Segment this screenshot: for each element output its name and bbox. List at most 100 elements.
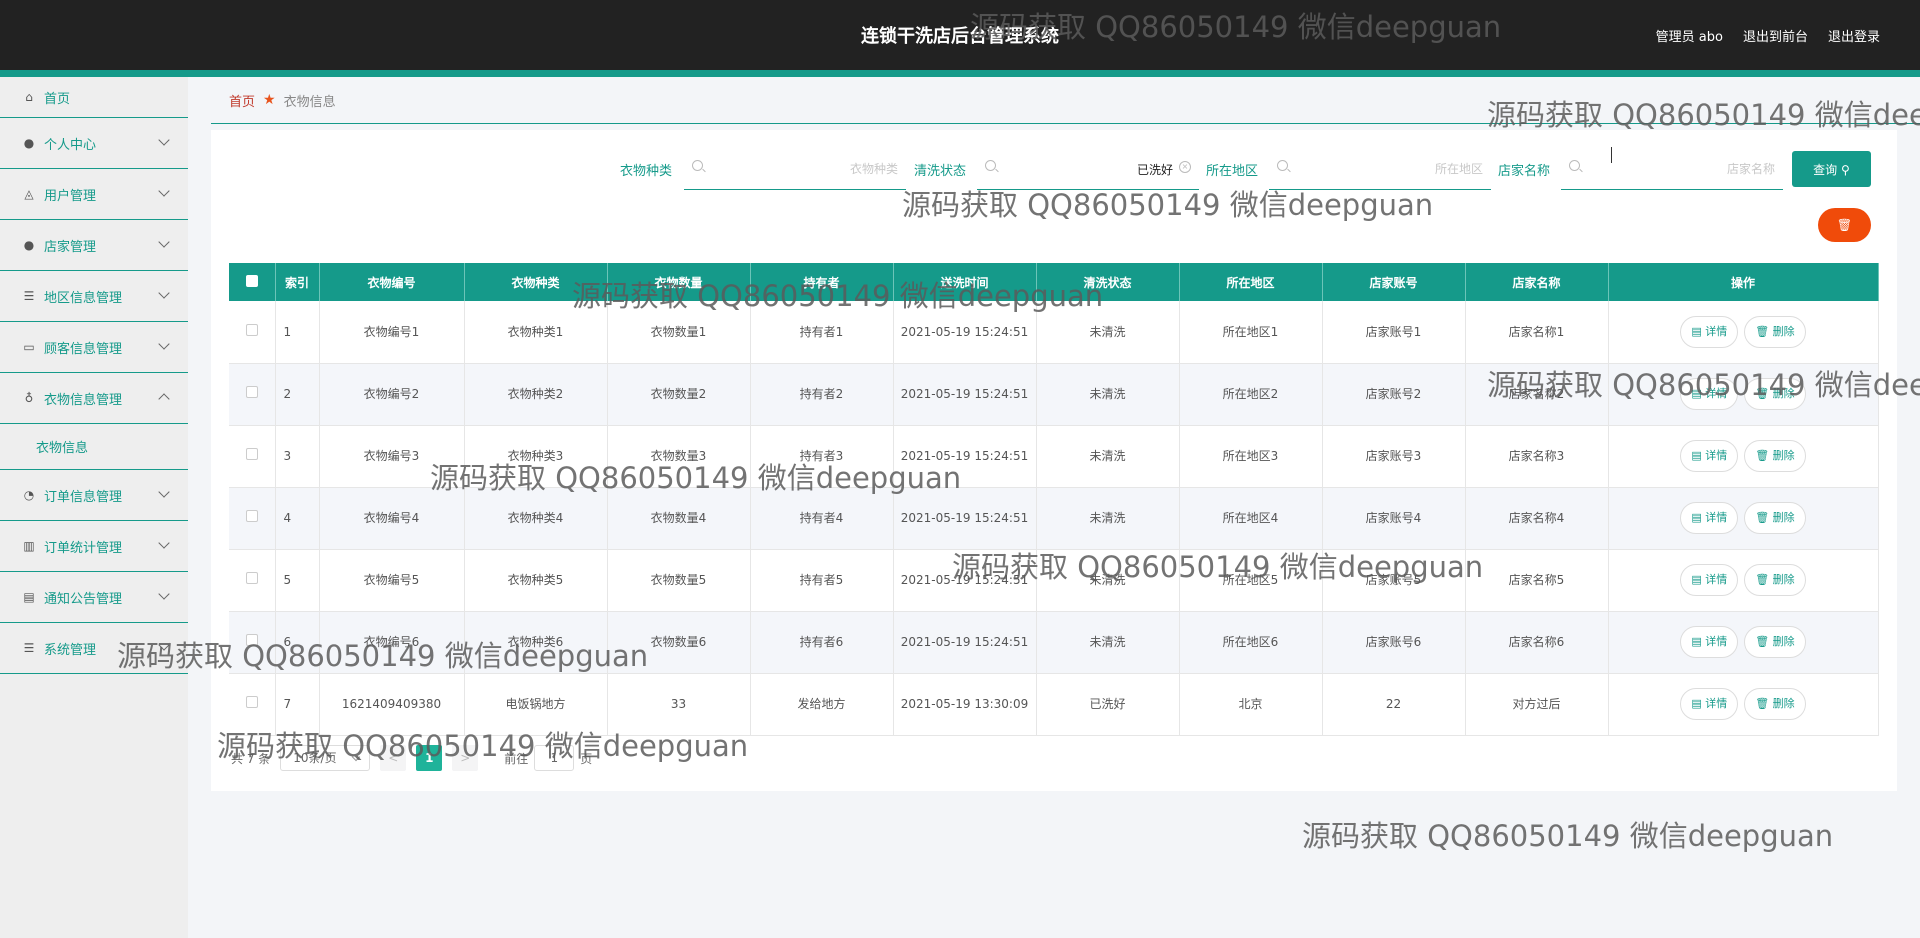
document-icon: ▤ (1691, 511, 1706, 524)
select-all-header[interactable] (229, 263, 276, 301)
row-checkbox[interactable] (245, 448, 258, 460)
sidebar-item-label: 衣物信息管理 (44, 392, 123, 408)
cell-time: 2021-05-19 15:24:51 (893, 363, 1037, 426)
cell-type: 衣物种类2 (464, 363, 608, 426)
chevron-down-icon (158, 588, 170, 600)
column-header: 店家名称 (1465, 263, 1609, 301)
star-icon: ★ (263, 92, 276, 108)
row-checkbox[interactable] (245, 696, 258, 708)
cell-time: 2021-05-19 13:30:09 (893, 673, 1037, 736)
row-checkbox[interactable] (245, 323, 258, 336)
sidebar-item-order-management[interactable]: ◔ 订单信息管理 (0, 470, 188, 521)
delete-button[interactable]: 🗑 删除 (1744, 688, 1806, 720)
type-input[interactable] (710, 158, 898, 180)
cell-index: 3 (275, 425, 320, 488)
sidebar-item-label: 订单统计管理 (44, 540, 123, 556)
region-input[interactable] (1295, 158, 1483, 180)
search-icon (1277, 160, 1288, 171)
status-input[interactable] (1003, 158, 1173, 180)
column-header: 索引 (275, 263, 320, 301)
cell-shop-account: 店家账号3 (1322, 425, 1466, 488)
sidebar-item-label: 订单信息管理 (44, 489, 123, 505)
row-select-cell (229, 363, 276, 426)
sidebar-item-label: 系统管理 (44, 642, 97, 658)
breadcrumb-home[interactable]: 首页 (229, 91, 255, 110)
row-checkbox[interactable] (245, 572, 258, 584)
region-label: 所在地区 (1206, 164, 1259, 179)
search-icon (985, 160, 996, 171)
row-checkbox[interactable] (245, 510, 258, 522)
cell-shop-account: 店家账号4 (1322, 487, 1466, 550)
sidebar-item-label: 通知公告管理 (44, 591, 123, 607)
clear-icon[interactable]: × (1179, 161, 1191, 173)
delete-button-label: 删除 (1772, 324, 1795, 338)
watermark: 源码获取 QQ86050149 微信deepguan (572, 279, 1104, 313)
column-header: 操作 (1608, 263, 1879, 301)
sidebar-item-personal-center[interactable]: ● 个人中心 (0, 118, 188, 169)
select-all-checkbox[interactable] (245, 274, 258, 287)
cell-owner: 持有者2 (750, 363, 894, 426)
detail-button[interactable]: ▤ 详情 (1680, 440, 1739, 472)
chevron-down-icon (158, 486, 170, 498)
sidebar-item-notice-management[interactable]: ▤ 通知公告管理 (0, 572, 188, 623)
admin-label: 管理员 abo (1655, 30, 1723, 45)
cell-code: 衣物编号2 (319, 363, 465, 426)
sidebar-item-clothes-management[interactable]: ♁ 衣物信息管理 (0, 373, 188, 424)
user-icon: ● (23, 238, 35, 252)
sidebar-item-order-stats[interactable]: ▥ 订单统计管理 (0, 521, 188, 572)
cell-shop-account: 22 (1322, 673, 1466, 736)
detail-button[interactable]: ▤ 详情 (1680, 315, 1739, 348)
text-cursor-icon (1611, 147, 1613, 163)
top-actions: 管理员 abo 退出到前台 退出登录 (1656, 26, 1880, 45)
sidebar-item-user-management[interactable]: ◬ 用户管理 (0, 169, 188, 220)
cell-actions: ▤ 详情 🗑 删除 (1608, 673, 1879, 736)
delete-button[interactable]: 🗑 删除 (1744, 440, 1806, 472)
detail-button-label: 详情 (1705, 697, 1728, 710)
cell-actions: ▤ 详情 🗑 删除 (1608, 549, 1879, 612)
trash-icon: 🗑 (1755, 324, 1773, 338)
cell-shop-name: 店家名称3 (1465, 425, 1609, 488)
shop-input[interactable] (1587, 158, 1775, 180)
detail-button[interactable]: ▤ 详情 (1680, 502, 1739, 534)
cell-shop-account: 店家账号6 (1322, 611, 1466, 674)
row-select-cell (229, 425, 276, 488)
detail-button[interactable]: ▤ 详情 (1680, 688, 1739, 720)
cell-qty: 衣物数量5 (607, 549, 751, 612)
row-checkbox[interactable] (245, 386, 258, 398)
row-select-cell (229, 301, 276, 364)
query-button[interactable]: 查询 ⚲ (1792, 151, 1871, 187)
logout-link[interactable]: 退出登录 (1828, 26, 1880, 45)
gauge-icon: ◔ (23, 488, 35, 502)
detail-button[interactable]: ▤ 详情 (1680, 564, 1739, 596)
sidebar-item-region-management[interactable]: ☰ 地区信息管理 (0, 271, 188, 322)
cell-status: 未清洗 (1036, 425, 1180, 488)
trash-icon: 🗑 (1755, 511, 1773, 524)
top-bar: 连锁干洗店后台管理系统 管理员 abo 退出到前台 退出登录 (0, 0, 1920, 70)
sidebar-item-shop-management[interactable]: ● 店家管理 (0, 220, 188, 271)
delete-button[interactable]: 🗑 删除 (1744, 315, 1806, 348)
cell-region: 所在地区3 (1179, 425, 1323, 488)
sidebar-item-customer-management[interactable]: ▭ 顾客信息管理 (0, 322, 188, 373)
back-to-front-link[interactable]: 退出到前台 (1743, 26, 1808, 45)
sidebar-item-home[interactable]: ⌂ 首页 (0, 77, 188, 118)
sidebar-subitem-clothes-info[interactable]: 衣物信息 (0, 424, 188, 470)
shop-field (1561, 150, 1783, 190)
detail-button[interactable]: ▤ 详情 (1680, 626, 1739, 658)
cell-shop-name: 店家名称5 (1465, 549, 1609, 612)
delete-button[interactable]: 🗑 删除 (1744, 502, 1806, 534)
cell-status: 未清洗 (1036, 611, 1180, 674)
search-icon (692, 160, 703, 171)
sidebar-item-label: 个人中心 (44, 137, 97, 153)
delete-button[interactable]: 🗑 删除 (1744, 564, 1806, 596)
cell-region: 所在地区4 (1179, 487, 1323, 550)
cell-shop-account: 店家账号2 (1322, 363, 1466, 426)
chevron-down-icon (158, 185, 170, 197)
cell-status: 未清洗 (1036, 487, 1180, 550)
bar-chart-icon: ▥ (23, 539, 35, 553)
batch-delete-button[interactable]: 🗑 (1818, 208, 1871, 242)
cell-region: 北京 (1179, 673, 1323, 736)
search-icon (1569, 160, 1580, 171)
user-icon: ● (23, 136, 35, 150)
delete-button[interactable]: 🗑 删除 (1744, 626, 1806, 658)
home-icon: ⌂ (25, 90, 33, 104)
